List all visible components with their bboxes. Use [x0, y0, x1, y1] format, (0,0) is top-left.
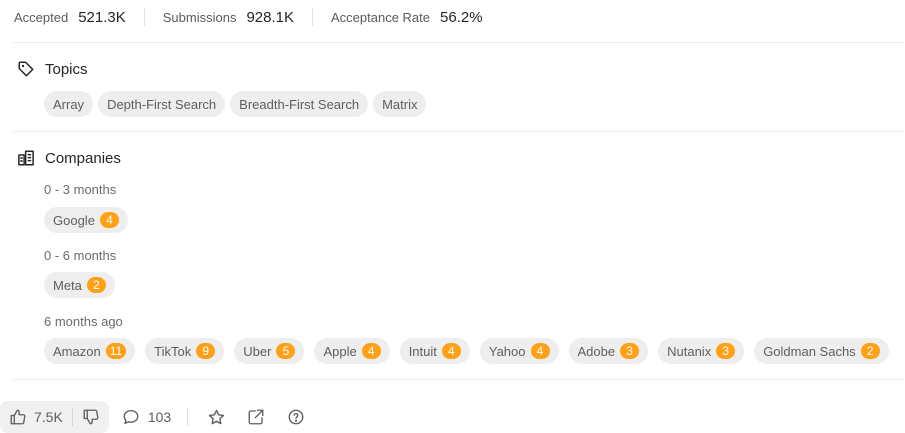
- company-tag[interactable]: TikTok 9: [145, 338, 225, 364]
- company-name: Google: [53, 212, 95, 228]
- section-divider: [14, 131, 904, 132]
- building-icon: [16, 148, 36, 168]
- stat-accepted: Accepted 521.3K: [14, 9, 126, 26]
- stat-value: 56.2%: [440, 8, 483, 26]
- company-name: TikTok: [154, 343, 192, 359]
- stat-label: Submissions: [162, 9, 237, 25]
- count-badge: 2: [860, 343, 880, 359]
- topic-tags: Array Depth-First Search Breadth-First S…: [44, 91, 431, 117]
- share-icon: [247, 408, 265, 426]
- company-tags: Meta 2: [44, 272, 125, 298]
- stat-value: 928.1K: [246, 8, 294, 26]
- topic-tag[interactable]: Matrix: [373, 91, 427, 117]
- stat-label: Accepted: [14, 9, 69, 25]
- comment-count: 103: [147, 409, 172, 425]
- comment-icon: [122, 408, 140, 426]
- count-badge: 4: [99, 212, 119, 228]
- company-name: Apple: [323, 343, 357, 359]
- company-tag[interactable]: Yahoo 4: [479, 338, 559, 364]
- section-divider: [14, 42, 904, 43]
- stats-bar: Accepted 521.3K Submissions 928.1K Accep…: [14, 0, 483, 34]
- company-tag[interactable]: Meta 2: [44, 272, 115, 298]
- company-tag[interactable]: Google 4: [44, 207, 128, 233]
- company-name: Meta: [53, 277, 82, 293]
- company-name: Yahoo: [488, 343, 526, 359]
- action-bar: 7.5K 103: [0, 401, 324, 433]
- help-icon: [287, 408, 305, 426]
- help-button[interactable]: [284, 405, 308, 429]
- company-name: Nutanix: [667, 343, 712, 359]
- topic-tag[interactable]: Breadth-First Search: [230, 91, 369, 117]
- count-badge: 4: [530, 343, 550, 359]
- companies-header[interactable]: Companies: [16, 148, 121, 168]
- count-badge: 5: [276, 343, 296, 359]
- dislike-button[interactable]: [73, 401, 109, 433]
- thumbs-up-icon: [9, 408, 27, 426]
- topic-tag[interactable]: Array: [44, 91, 94, 117]
- company-name: Uber: [243, 343, 272, 359]
- period-label: 0 - 6 months: [44, 248, 117, 263]
- count-badge: 2: [86, 277, 106, 293]
- count-badge: 4: [441, 343, 461, 359]
- count-badge: 9: [196, 343, 216, 359]
- stat-value: 521.3K: [78, 8, 126, 26]
- company-tag[interactable]: Intuit 4: [399, 338, 470, 364]
- company-tags: Google 4: [44, 207, 138, 233]
- company-name: Intuit: [408, 343, 437, 359]
- tag-icon: [16, 59, 36, 79]
- period-label: 6 months ago: [44, 314, 123, 329]
- company-name: Adobe: [577, 343, 616, 359]
- count-badge: 4: [361, 343, 381, 359]
- company-tag[interactable]: Nutanix 3: [658, 338, 745, 364]
- stat-acceptance-rate: Acceptance Rate 56.2%: [331, 9, 483, 26]
- company-tag[interactable]: Uber 5: [234, 338, 305, 364]
- topics-header[interactable]: Topics: [16, 59, 88, 79]
- company-name: Goldman Sachs: [763, 343, 856, 359]
- share-button[interactable]: [244, 405, 268, 429]
- section-title: Companies: [45, 149, 121, 167]
- topic-tag[interactable]: Depth-First Search: [98, 91, 226, 117]
- section-divider: [14, 379, 904, 380]
- stat-divider: [143, 8, 145, 26]
- company-name: Amazon: [53, 343, 101, 359]
- favorite-button[interactable]: [204, 405, 228, 429]
- period-label: 0 - 3 months: [44, 182, 117, 197]
- count-badge: 3: [716, 343, 736, 359]
- stat-divider: [312, 8, 313, 26]
- count-badge: 3: [620, 343, 640, 359]
- company-tag[interactable]: Apple 4: [314, 338, 390, 364]
- comments-button[interactable]: 103: [122, 401, 171, 433]
- footer-divider: [187, 408, 189, 426]
- company-tag[interactable]: Amazon 11: [44, 338, 136, 364]
- section-title: Topics: [45, 60, 88, 78]
- company-tag[interactable]: Goldman Sachs 2: [754, 338, 889, 364]
- vote-group: 7.5K: [0, 401, 109, 433]
- stat-submissions: Submissions 928.1K: [163, 9, 294, 26]
- thumbs-down-icon: [82, 408, 100, 426]
- company-tag[interactable]: Adobe 3: [568, 338, 649, 364]
- like-button[interactable]: 7.5K: [0, 401, 72, 433]
- star-icon: [207, 408, 226, 427]
- company-tags: Amazon 11 TikTok 9 Uber 5 Apple 4 Intuit…: [44, 338, 889, 364]
- stat-label: Acceptance Rate: [331, 9, 431, 25]
- like-count: 7.5K: [34, 409, 63, 425]
- count-badge: 11: [105, 343, 127, 359]
